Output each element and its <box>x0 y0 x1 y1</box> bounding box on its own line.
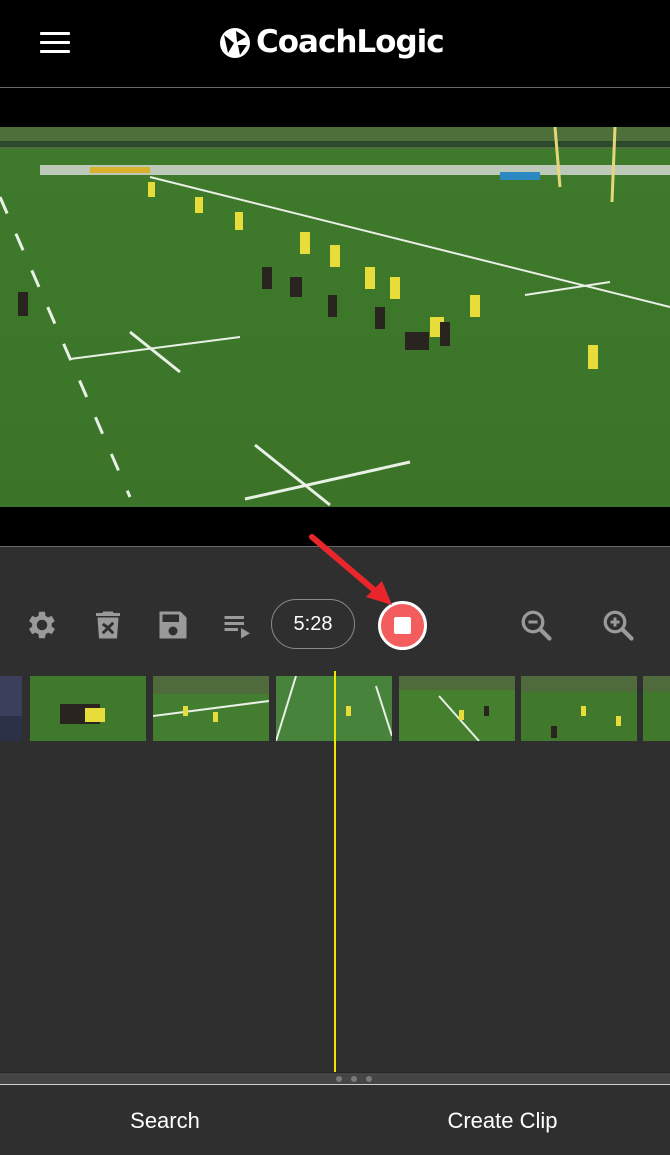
bottom-navigation: Search Create Clip <box>0 1084 670 1155</box>
timeline-playhead[interactable] <box>334 671 336 1073</box>
zoom-in-icon[interactable] <box>600 607 636 643</box>
playlist-play-icon[interactable] <box>220 607 256 643</box>
create-clip-button[interactable]: Create Clip <box>335 1085 670 1155</box>
timeline-thumbnail[interactable] <box>521 676 637 741</box>
stop-icon <box>394 617 411 634</box>
video-frame[interactable] <box>0 127 670 507</box>
app-logo: CoachLogic <box>218 20 445 64</box>
app-header: CoachLogic <box>0 0 670 88</box>
timeline-thumbnail[interactable] <box>30 676 146 741</box>
current-time-display[interactable]: 5:28 <box>271 599 355 649</box>
search-button[interactable]: Search <box>0 1085 330 1155</box>
editor-panel: 5:28 <box>0 546 670 1084</box>
delete-clip-icon[interactable] <box>90 607 126 643</box>
zoom-out-icon[interactable] <box>518 607 554 643</box>
gear-icon[interactable] <box>24 607 60 643</box>
hamburger-menu-icon[interactable] <box>40 32 72 54</box>
app-title: CoachLogic <box>256 24 445 60</box>
timeline-thumbnail[interactable] <box>399 676 515 741</box>
timeline-thumbnail[interactable] <box>153 676 269 741</box>
rugby-pitch-video-frame <box>0 127 670 507</box>
drag-dots-icon <box>336 1076 372 1082</box>
timeline-thumbnail[interactable] <box>643 676 670 741</box>
panel-resize-handle[interactable] <box>0 1072 670 1084</box>
timeline-thumbnail[interactable] <box>0 676 22 741</box>
coachlogic-logo-icon <box>220 28 250 58</box>
stop-recording-button[interactable] <box>378 601 427 650</box>
save-icon[interactable] <box>155 607 191 643</box>
video-player[interactable] <box>0 89 670 546</box>
